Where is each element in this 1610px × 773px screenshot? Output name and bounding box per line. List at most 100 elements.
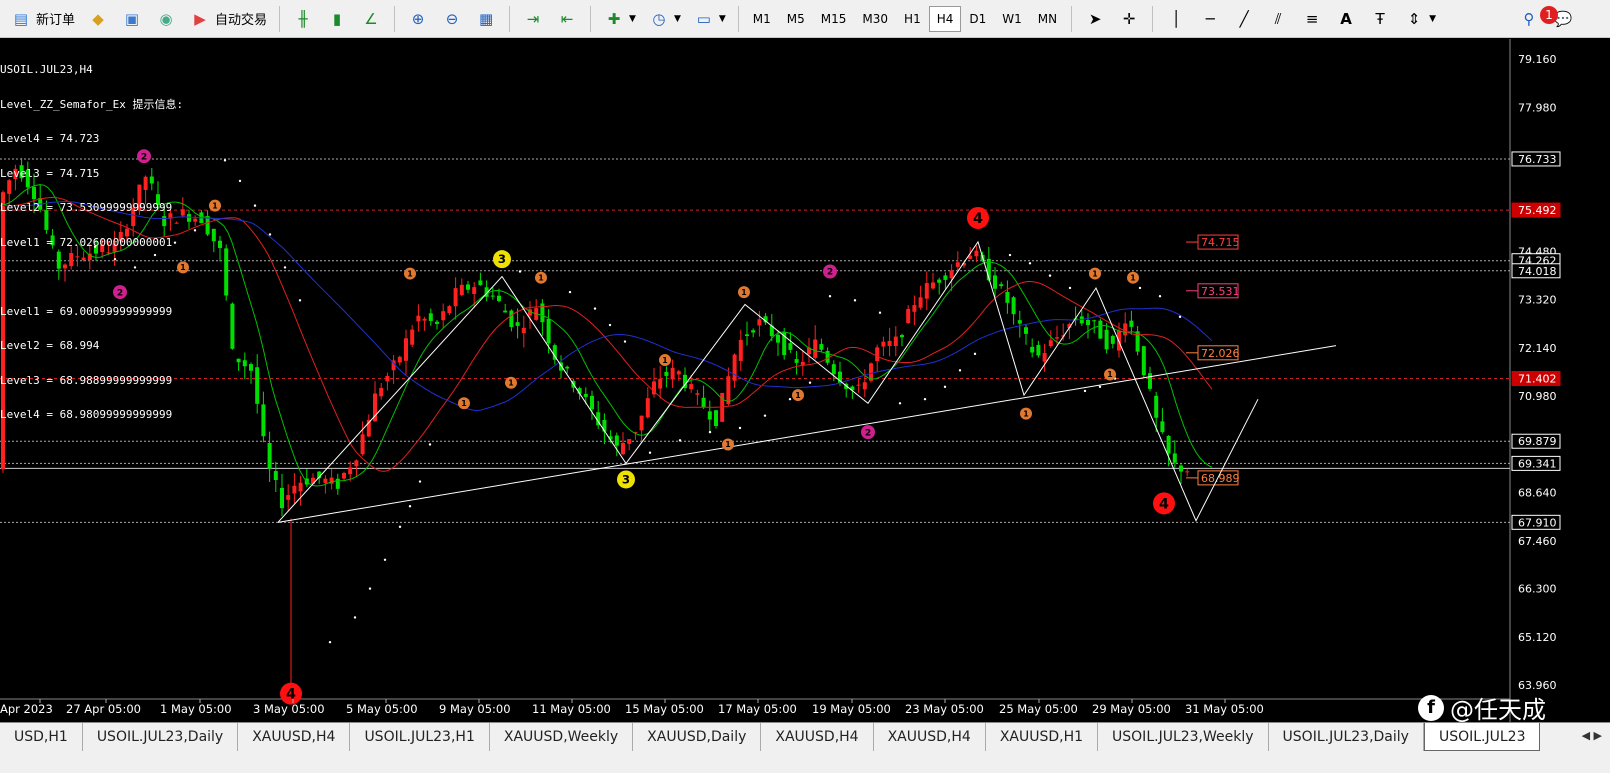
bar-chart-button[interactable]: ╫	[286, 5, 320, 33]
semafor-label: 1	[407, 269, 412, 278]
candle-body	[335, 478, 340, 489]
semafor-label: 2	[865, 428, 871, 438]
notification-badge[interactable]: 1	[1540, 6, 1558, 24]
candle-body	[621, 442, 625, 455]
sar-dot	[738, 426, 742, 430]
chart-tab[interactable]: USD,H1	[0, 723, 83, 751]
market-button[interactable]: ◉	[149, 5, 183, 33]
candle-body	[664, 371, 669, 376]
fibonacci-button[interactable]: ≡	[1295, 5, 1329, 33]
sar-dot	[1098, 385, 1102, 389]
date-axis-label: 27 Apr 05:00	[66, 702, 141, 716]
chart-tab[interactable]: XAUUSD,H4	[238, 723, 351, 751]
sar-dot	[1068, 286, 1072, 290]
chart-tab[interactable]: XAUUSD,Weekly	[490, 723, 634, 751]
new-order-button[interactable]: ▤ 新订单	[4, 5, 81, 33]
timeframe-mn[interactable]: MN	[1030, 6, 1065, 32]
chart-shift-button[interactable]: ⇤	[550, 5, 584, 33]
vertical-line-button[interactable]: │	[1159, 5, 1193, 33]
arrows-button[interactable]: ⇕ ▼	[1397, 5, 1442, 33]
auto-trading-button[interactable]: ▶ 自动交易	[183, 5, 273, 33]
timeframe-m5[interactable]: M5	[779, 6, 813, 32]
toolbar-separator	[1071, 5, 1073, 32]
chart-tab[interactable]: USOIL.JUL23,Daily	[1269, 723, 1424, 751]
candle-body	[255, 367, 260, 404]
price-chart[interactable]: 79.160 77.980 76.733 75.492 74.480 74.262 74.0…	[0, 39, 1610, 722]
candle-body	[614, 435, 619, 446]
tab-scroll-arrows[interactable]: ◀ ▶	[1574, 723, 1610, 748]
candle-body	[441, 311, 446, 321]
candle-body	[1030, 346, 1035, 353]
toolbar-separator	[590, 5, 592, 32]
text-button[interactable]: A	[1329, 5, 1363, 33]
candle-body	[292, 485, 297, 494]
indicator-title: Level_ZZ_Semafor_Ex 提示信息:	[0, 97, 184, 111]
candle-body	[776, 334, 780, 343]
candle-body	[751, 330, 756, 333]
candle-body	[893, 336, 898, 347]
cursor-button[interactable]: ➤	[1078, 5, 1112, 33]
candle-chart-button[interactable]: ▮	[320, 5, 354, 33]
candle-body	[422, 318, 427, 321]
chart-tab[interactable]: USOIL.JUL23	[1423, 723, 1541, 751]
chart-tab[interactable]: XAUUSD,H1	[986, 723, 1099, 751]
candle-body	[261, 404, 266, 437]
sar-dot	[853, 299, 857, 302]
chart-tab[interactable]: XAUUSD,Daily	[633, 723, 762, 751]
chart-tabs: USD,H1 USOIL.JUL23,Daily XAUUSD,H4 USOIL.JU…	[0, 722, 1610, 773]
gold-icon-button[interactable]: ◆	[81, 5, 115, 33]
chart-tab[interactable]: XAUUSD,H4	[874, 723, 986, 751]
candle-body	[348, 467, 353, 475]
chart-tab[interactable]: XAUUSD,H4	[761, 723, 874, 751]
text-label-button[interactable]: Ŧ	[1363, 5, 1397, 33]
zoom-in-button[interactable]: ⊕	[401, 5, 435, 33]
crosshair-button[interactable]: ✛	[1112, 5, 1146, 33]
candle-body	[323, 478, 328, 483]
templates-button[interactable]: ▭ ▼	[687, 5, 732, 33]
tile-windows-button[interactable]: ▦	[469, 5, 503, 33]
timeframe-w1[interactable]: W1	[994, 6, 1030, 32]
text-icon: A	[1340, 9, 1352, 28]
candle-body	[1086, 320, 1090, 325]
timeframe-m30[interactable]: M30	[854, 6, 896, 32]
timeframe-h4[interactable]: H4	[928, 5, 962, 32]
new-order-icon: ▤	[13, 9, 29, 28]
sar-dot	[763, 414, 767, 417]
chart-tab[interactable]: USOIL.JUL23,Daily	[83, 723, 239, 751]
candle-body	[1141, 346, 1146, 376]
timeframe-m1[interactable]: M1	[745, 6, 779, 32]
periods-button[interactable]: ◷ ▼	[642, 5, 687, 33]
candle-body	[1024, 327, 1028, 334]
candle-body	[993, 275, 997, 289]
chart-tab[interactable]: USOIL.JUL23,H1	[350, 723, 490, 751]
line-chart-button[interactable]: ∠	[354, 5, 388, 33]
candle-body	[410, 329, 415, 345]
horizontal-line-button[interactable]: ─	[1193, 5, 1227, 33]
candle-body	[900, 335, 904, 338]
chart-tab[interactable]: USOIL.JUL23,Weekly	[1098, 723, 1269, 751]
trend-line	[277, 345, 1337, 523]
tools-button[interactable]: ▣	[115, 5, 149, 33]
sar-dot	[648, 451, 652, 454]
sar-dot	[518, 270, 522, 273]
chevron-down-icon: ▼	[718, 13, 726, 24]
price-axis-label: 73.320	[1518, 294, 1557, 307]
indicators-button[interactable]: ✚ ▼	[597, 5, 642, 33]
channel-button[interactable]: ⫽	[1261, 5, 1295, 33]
zoom-out-button[interactable]: ⊖	[435, 5, 469, 33]
sar-dot	[678, 439, 682, 442]
timeframe-h1[interactable]: H1	[896, 6, 929, 32]
watermark-text: @任天成	[1450, 696, 1546, 724]
autoscroll-button[interactable]: ⇥	[516, 5, 550, 33]
trendline-button[interactable]: ╱	[1227, 5, 1261, 33]
chart-shift-icon: ⇤	[560, 9, 574, 28]
sar-dot	[238, 179, 242, 183]
timeframe-d1[interactable]: D1	[961, 6, 994, 32]
toolbar-separator	[394, 5, 396, 32]
candle-body	[1179, 465, 1183, 472]
date-axis-label: 11 May 05:00	[532, 702, 611, 716]
sar-dot	[1083, 389, 1087, 393]
price-axis-label: 71.402	[1518, 373, 1557, 386]
timeframe-m15[interactable]: M15	[813, 6, 855, 32]
candle-body	[949, 270, 954, 279]
